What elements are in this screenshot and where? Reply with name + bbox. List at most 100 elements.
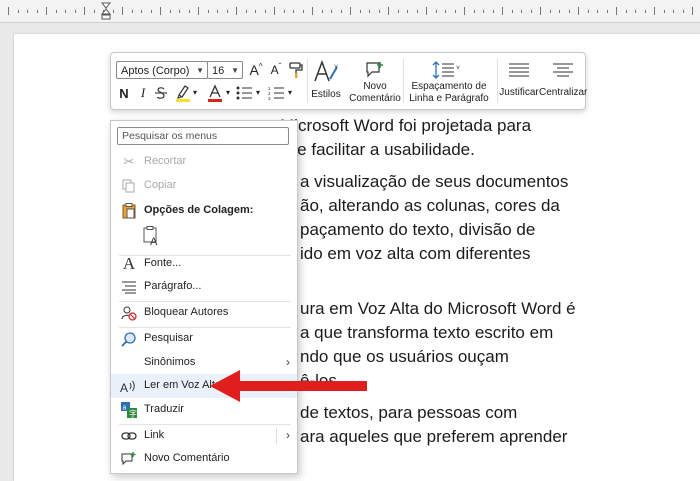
menu-item-paragraph[interactable]: Parágrafo... bbox=[111, 275, 297, 299]
new-comment-icon bbox=[366, 62, 383, 78]
ruler-tick bbox=[407, 10, 408, 13]
menu-item-search-label: Pesquisar bbox=[144, 332, 193, 344]
menu-item-copy[interactable]: Copiar bbox=[111, 174, 297, 198]
chevron-down-icon[interactable]: ▾ bbox=[193, 88, 197, 97]
submenu-divider bbox=[276, 428, 277, 444]
ruler-tick bbox=[131, 10, 133, 13]
block-authors-icon bbox=[120, 304, 138, 322]
ruler-tick bbox=[188, 10, 190, 13]
format-painter-button[interactable] bbox=[287, 60, 305, 80]
bullets-button[interactable] bbox=[235, 84, 253, 102]
chevron-right-icon[interactable]: › bbox=[286, 428, 290, 442]
chevron-down-icon[interactable]: ▾ bbox=[288, 88, 292, 97]
new-comment-icon bbox=[120, 450, 138, 468]
ruler-tick bbox=[359, 10, 361, 13]
font-size-value: 16 bbox=[212, 65, 225, 77]
ruler-tick bbox=[654, 7, 655, 15]
ruler-tick bbox=[65, 10, 66, 13]
font-color-icon bbox=[208, 84, 222, 102]
shrink-font-button[interactable]: Aˇ bbox=[267, 61, 285, 79]
doc-line-5: paçamento do texto, divisão de bbox=[300, 220, 536, 239]
ruler-tick bbox=[549, 10, 551, 13]
italic-button[interactable]: I bbox=[136, 84, 150, 102]
ruler-tick bbox=[521, 10, 522, 13]
doc-line-13: ara aqueles que preferem aprender bbox=[300, 427, 568, 446]
strikethrough-icon bbox=[155, 87, 167, 99]
ruler-tick bbox=[350, 7, 351, 15]
numbered-list-icon: 1 2 3 bbox=[268, 86, 284, 100]
align-center-icon bbox=[553, 63, 573, 77]
ruler-tick bbox=[141, 10, 142, 13]
justify-button[interactable] bbox=[497, 59, 541, 81]
ruler-tick bbox=[616, 7, 617, 15]
grow-font-button[interactable]: A ^ bbox=[247, 61, 265, 79]
annotation-arrow-icon bbox=[210, 370, 367, 402]
bold-icon: N bbox=[119, 85, 129, 101]
doc-line-1: Microsoft Word foi projetada para bbox=[280, 116, 532, 135]
ruler-tick bbox=[274, 7, 275, 15]
ruler-tick bbox=[312, 7, 313, 15]
menu-item-block-authors[interactable]: Bloquear Autores bbox=[111, 301, 297, 325]
ruler-tick bbox=[502, 7, 503, 15]
chevron-down-icon[interactable]: ▾ bbox=[226, 88, 230, 97]
center-button[interactable] bbox=[541, 59, 585, 81]
doc-line-6: ido em voz alta com diferentes bbox=[300, 244, 531, 263]
font-name-box[interactable]: Aptos (Corpo) ▼ bbox=[116, 61, 208, 79]
ruler-tick bbox=[559, 10, 560, 13]
doc-line-10: ndo que os usuários ouçam bbox=[300, 347, 509, 366]
font-size-box[interactable]: 16 ▼ bbox=[207, 61, 243, 79]
numbering-button[interactable]: 1 2 3 bbox=[267, 84, 285, 102]
clipboard-icon bbox=[120, 202, 138, 220]
new-comment-button[interactable] bbox=[349, 59, 401, 81]
paste-keep-text-only-button[interactable]: A bbox=[137, 223, 167, 251]
ruler-tick bbox=[169, 10, 171, 13]
italic-icon: I bbox=[140, 85, 146, 100]
justify-label: Justificar bbox=[499, 87, 539, 98]
menu-search-input[interactable]: Pesquisar os menus bbox=[117, 127, 289, 145]
line-spacing-icon: ˅ bbox=[432, 61, 460, 79]
horizontal-ruler[interactable] bbox=[0, 0, 700, 23]
new-comment-label-line1: Novo bbox=[363, 81, 387, 92]
ruler-tick bbox=[692, 7, 693, 15]
menu-item-search[interactable]: Pesquisar bbox=[111, 327, 297, 351]
ruler-tick bbox=[340, 10, 342, 13]
ruler-tick bbox=[160, 7, 161, 15]
spacing-label-line2: Linha e Parágrafo bbox=[409, 93, 489, 104]
strikethrough-button[interactable] bbox=[153, 84, 169, 102]
new-comment-label: Novo Comentário bbox=[344, 81, 406, 105]
ruler-tick bbox=[587, 10, 589, 13]
font-icon: A bbox=[122, 254, 136, 273]
paragraph-icon bbox=[120, 278, 138, 296]
menu-item-font[interactable]: A Fonte... bbox=[111, 252, 297, 276]
ruler-tick bbox=[426, 7, 427, 15]
ruler-tick bbox=[84, 7, 85, 15]
ruler-tick bbox=[644, 10, 646, 13]
font-color-button[interactable] bbox=[207, 83, 223, 103]
ruler-tick bbox=[150, 10, 152, 13]
menu-item-cut[interactable]: ✂ Recortar bbox=[111, 150, 297, 174]
svg-text:˅: ˅ bbox=[456, 65, 460, 72]
menu-item-new-comment[interactable]: Novo Comentário bbox=[111, 447, 297, 471]
chevron-down-icon[interactable]: ▾ bbox=[256, 88, 260, 97]
svg-text:3: 3 bbox=[268, 96, 271, 100]
ruler-tick bbox=[473, 10, 475, 13]
ruler-tick bbox=[369, 10, 370, 13]
ruler-tick bbox=[255, 10, 256, 13]
ruler-tick bbox=[416, 10, 418, 13]
menu-item-link[interactable]: Link › bbox=[111, 424, 297, 448]
ruler-tick bbox=[492, 10, 494, 13]
bold-button[interactable]: N bbox=[116, 84, 132, 102]
indent-marker-icon[interactable] bbox=[101, 2, 111, 20]
font-name-value: Aptos (Corpo) bbox=[121, 65, 190, 77]
highlight-button[interactable] bbox=[175, 83, 191, 103]
spacing-label-line1: Espaçamento de bbox=[411, 81, 487, 92]
copy-icon bbox=[120, 177, 138, 195]
ruler-tick bbox=[179, 10, 180, 13]
ruler-tick bbox=[635, 10, 636, 13]
format-painter-icon bbox=[289, 62, 303, 78]
grow-font-icon: A bbox=[249, 62, 259, 78]
line-spacing-button[interactable]: ˅ bbox=[429, 59, 465, 81]
ruler-tick bbox=[226, 10, 228, 13]
justify-icon bbox=[509, 63, 529, 77]
menu-item-cut-label: Recortar bbox=[144, 155, 187, 167]
